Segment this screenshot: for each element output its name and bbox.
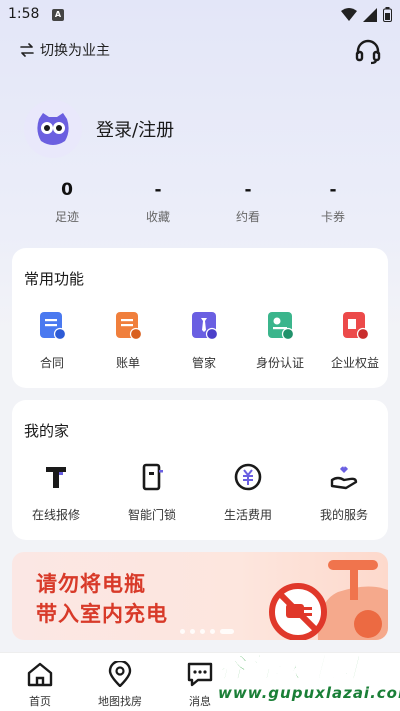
banner-line-2: 带入室内充电 [36, 602, 168, 626]
banner-pagination[interactable] [180, 629, 234, 634]
common-functions-card: 常用功能 合同 账单 管家 身份认证 企业权益 [12, 248, 388, 388]
my-home-title: 我的家 [24, 422, 70, 440]
status-indicators [341, 7, 392, 22]
stat-favorites[interactable]: - 收藏 [118, 180, 198, 225]
function-id-verify[interactable]: 身份认证 [240, 310, 320, 371]
promo-banner[interactable]: 请勿将电瓶 带入室内充电 [12, 552, 388, 640]
profile-section[interactable]: 登录/注册 [24, 100, 174, 158]
my-home-card: 我的家 在线报修 智能门锁 生活费用 我的服务 [12, 400, 388, 540]
butler-icon [192, 312, 219, 341]
function-contract[interactable]: 合同 [12, 310, 92, 371]
site-watermark: 谷普软件园 www.gupuxlazai.com [218, 653, 400, 706]
function-butler[interactable]: 管家 [164, 310, 244, 371]
stat-coupons[interactable]: - 卡券 [293, 180, 373, 225]
home-item-label: 我的服务 [319, 508, 368, 522]
stat-appointments[interactable]: - 约看 [208, 180, 288, 225]
stat-value: - [244, 180, 252, 200]
tab-label: 首页 [29, 695, 51, 708]
enterprise-benefits-icon [343, 312, 370, 341]
switch-role-label: 切换为业主 [40, 43, 110, 59]
battery-icon [383, 7, 392, 22]
repair-icon [46, 467, 66, 488]
tab-label: 地图找房 [98, 695, 142, 708]
stat-label: 足迹 [54, 210, 79, 224]
pagination-dot[interactable] [210, 629, 215, 634]
status-time: 1:58 [8, 6, 40, 22]
home-repair[interactable]: 在线报修 [16, 462, 96, 523]
pagination-dot[interactable] [180, 629, 185, 634]
function-bill[interactable]: 账单 [88, 310, 168, 371]
map-pin-icon [108, 659, 132, 688]
avatar[interactable] [24, 100, 82, 158]
function-label: 管家 [191, 356, 216, 370]
wifi-icon [341, 7, 357, 21]
banner-line-1: 请勿将电瓶 [36, 572, 146, 596]
home-living-cost[interactable]: 生活费用 [208, 462, 288, 523]
tab-map[interactable]: 地图找房 [80, 659, 160, 709]
signal-icon [363, 7, 377, 22]
home-item-label: 在线报修 [31, 508, 80, 522]
pagination-dot-active[interactable] [220, 629, 234, 634]
customer-service-icon[interactable] [354, 38, 382, 66]
notification-app-icon: A [52, 9, 64, 21]
watermark-title: 谷普软件园 [218, 653, 358, 684]
my-service-icon [330, 466, 358, 490]
stat-value: 0 [61, 180, 73, 200]
stat-label: 卡券 [320, 210, 345, 224]
stat-value: - [154, 180, 162, 200]
stat-footprint[interactable]: 0 足迹 [27, 180, 107, 225]
function-enterprise-benefits[interactable]: 企业权益 [315, 310, 395, 371]
home-item-label: 生活费用 [223, 508, 272, 522]
living-cost-icon [234, 463, 262, 491]
no-indoor-charging-illustration [269, 560, 388, 640]
function-label: 身份认证 [255, 356, 304, 370]
message-icon [187, 662, 213, 687]
function-label: 企业权益 [330, 356, 379, 370]
function-label: 合同 [39, 356, 64, 370]
home-icon [27, 662, 53, 687]
id-verify-icon [268, 312, 295, 341]
pagination-dot[interactable] [190, 629, 195, 634]
stat-label: 约看 [235, 210, 260, 224]
contract-icon [40, 312, 67, 341]
stats-row: 0 足迹 - 收藏 - 约看 - 卡券 [0, 180, 400, 235]
watermark-url: www.gupuxlazai.com [218, 684, 400, 702]
switch-arrows-icon [20, 43, 34, 57]
stat-label: 收藏 [145, 210, 170, 224]
login-register-link[interactable]: 登录/注册 [96, 116, 174, 142]
home-smart-lock[interactable]: 智能门锁 [112, 462, 192, 523]
owl-mascot-icon [37, 113, 69, 145]
stat-value: - [329, 180, 337, 200]
home-item-label: 智能门锁 [127, 508, 176, 522]
tab-home[interactable]: 首页 [0, 661, 80, 709]
function-label: 账单 [115, 356, 140, 370]
pagination-dot[interactable] [200, 629, 205, 634]
smart-lock-icon [142, 463, 163, 491]
common-functions-title: 常用功能 [24, 270, 85, 288]
status-bar: 1:58 A [0, 0, 400, 30]
bill-icon [116, 312, 143, 341]
home-my-service[interactable]: 我的服务 [304, 462, 384, 523]
switch-role-button[interactable]: 切换为业主 [20, 40, 110, 60]
